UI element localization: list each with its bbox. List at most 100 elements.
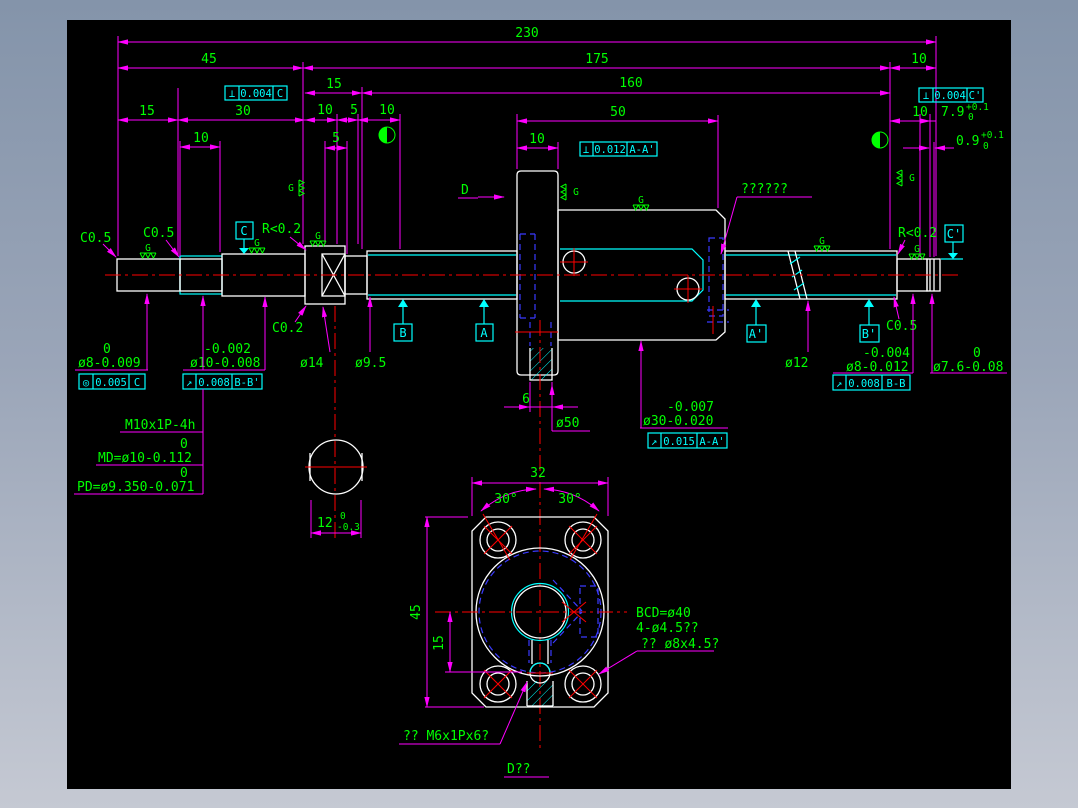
thread-spec: M10x1P-4h — [125, 418, 195, 433]
dim-50: 50 — [610, 105, 626, 120]
dia8-left-top: 0 — [103, 342, 111, 357]
dia12: ø12 — [785, 356, 808, 371]
cbore-note: ?? ø8x4.5? — [641, 637, 719, 652]
dim-160: 160 — [619, 76, 642, 91]
dim-7-9-sub: 0 — [968, 112, 974, 123]
fcf-val: 0.015 — [663, 436, 695, 448]
wiper-note: ?????? — [741, 182, 788, 197]
dia9-5: ø9.5 — [355, 356, 386, 371]
dim-175: 175 — [585, 52, 608, 67]
fcf-ref: A-A' — [629, 144, 654, 156]
fcf-sym: ◎ — [83, 377, 90, 389]
radius-right: R<0.2 — [898, 226, 937, 241]
chamfer-left-1: C0.5 — [80, 231, 111, 246]
dim-0-9-sub: 0 — [983, 141, 989, 152]
svg-text:G: G — [254, 238, 260, 249]
fcf-val: 0.012 — [594, 144, 626, 156]
dia8-right-top: -0.004 — [863, 346, 910, 361]
svg-text:B: B — [399, 326, 406, 340]
md-spec: MD=ø10-0.112 — [98, 451, 192, 466]
dim-10-right: 10 — [912, 105, 928, 120]
svg-text:G: G — [288, 183, 294, 194]
fcf-conc-005-c: ◎ 0.005 C — [79, 374, 145, 389]
fcf-ref: B-B — [887, 378, 906, 390]
fcf-ref: B-B' — [234, 377, 259, 389]
dia50: ø50 — [556, 416, 579, 431]
dim-12-sup: 0 — [340, 511, 346, 522]
svg-text:G: G — [638, 195, 644, 206]
fcf-sym: ⊥ — [583, 144, 589, 156]
dia10-top: -0.002 — [204, 342, 251, 357]
dia30: ø30-0.020 — [643, 414, 713, 429]
pd-spec: PD=ø9.350-0.071 — [77, 480, 194, 495]
fcf-sym: ⊥ — [923, 90, 929, 102]
fcf-sym: ↗ — [186, 377, 192, 389]
chamfer-c02: C0.2 — [272, 321, 303, 336]
svg-text:G: G — [315, 231, 321, 242]
svg-text:B': B' — [862, 327, 876, 341]
dia14: ø14 — [300, 356, 324, 371]
fcf-ref: C' — [969, 90, 982, 102]
pd-top: 0 — [180, 466, 188, 481]
dia7-6-top: 0 — [973, 346, 981, 361]
dim-15-mid: 15 — [326, 77, 342, 92]
fcf-val: 0.004 — [240, 88, 272, 100]
dim-5b: 5 — [332, 131, 340, 146]
svg-text:C: C — [240, 224, 247, 238]
fcf-ref: C — [277, 88, 283, 100]
dim-32: 32 — [530, 466, 546, 481]
dim-15: 15 — [139, 104, 155, 119]
svg-text:G: G — [145, 243, 151, 254]
dim-5a: 5 — [350, 103, 358, 118]
fcf-sym: ↗ — [836, 378, 842, 390]
svg-text:G: G — [914, 244, 920, 255]
svg-text:A': A' — [749, 327, 763, 341]
cad-viewport: 230 45 175 10 15 160 15 30 10 5 10 50 10… — [0, 0, 1078, 808]
dim-230: 230 — [515, 26, 538, 41]
fcf-ref: A-A' — [699, 436, 724, 448]
holes-note: 4-ø4.5?? — [636, 621, 699, 636]
fcf-perp-004-c: ⊥ 0.004 C — [225, 86, 287, 100]
dim-0-9-sup: +0.1 — [981, 130, 1004, 141]
fcf-val: 0.008 — [848, 378, 880, 390]
dim-10b: 10 — [379, 103, 395, 118]
svg-text:G: G — [573, 187, 579, 198]
fcf-val: 0.005 — [95, 377, 127, 389]
fcf-perp-004-c1: ⊥ 0.004 C' — [919, 88, 983, 102]
radius-left: R<0.2 — [262, 222, 301, 237]
fcf-ref: C — [134, 377, 140, 389]
dim-12: 12 — [317, 516, 333, 531]
svg-text:G: G — [909, 173, 915, 184]
dim-45v: 45 — [409, 604, 424, 620]
dim-0-9: 0.9 — [956, 134, 979, 149]
fcf-sym: ⊥ — [229, 88, 235, 100]
view-d-title: D?? — [507, 762, 530, 777]
dia30-top: -0.007 — [667, 400, 714, 415]
dim-30deg-right: 30° — [558, 492, 581, 507]
svg-text:A: A — [480, 326, 488, 340]
chamfer-left-2: C0.5 — [143, 226, 174, 241]
dim-10-thread: 10 — [193, 131, 209, 146]
fcf-sym: ↗ — [651, 436, 657, 448]
view-d-arrow-label: D — [461, 183, 469, 198]
dim-30: 30 — [235, 104, 251, 119]
dim-10a: 10 — [317, 103, 333, 118]
fcf-val: 0.008 — [198, 377, 230, 389]
dia8-left: ø8-0.009 — [78, 356, 141, 371]
dim-10-top: 10 — [911, 52, 927, 67]
svg-text:G: G — [819, 236, 825, 247]
dim-15v: 15 — [432, 635, 447, 651]
fcf-val: 0.004 — [934, 90, 966, 102]
md-top: 0 — [180, 437, 188, 452]
dim-30deg-left: 30° — [494, 492, 517, 507]
dim-7-9: 7.9 — [941, 105, 964, 120]
m6-note: ?? M6x1Px6? — [403, 729, 489, 744]
dia10: ø10-0.008 — [190, 356, 260, 371]
dim-10-flange: 10 — [529, 132, 545, 147]
dim-6: 6 — [522, 392, 530, 407]
svg-text:C': C' — [947, 227, 961, 241]
flange-section-hatch — [530, 348, 552, 380]
dim-45: 45 — [201, 52, 217, 67]
bcd-note: BCD=ø40 — [636, 606, 691, 621]
dim-12-sub: -0.3 — [337, 522, 360, 533]
